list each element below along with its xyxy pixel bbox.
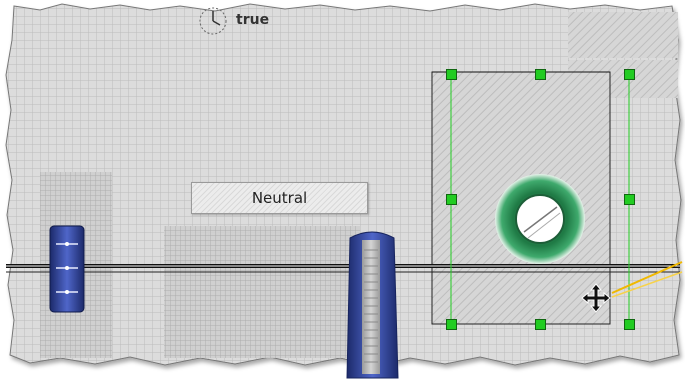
vertical-slot-control[interactable] xyxy=(346,231,399,379)
selection-handle-top-right[interactable] xyxy=(624,69,635,80)
move-cursor-icon xyxy=(581,283,611,313)
selection-handle-top-left[interactable] xyxy=(446,69,457,80)
selection-handle-bottom-right[interactable] xyxy=(624,319,635,330)
indicator-label: true xyxy=(236,12,270,28)
selection-handle-middle-right[interactable] xyxy=(624,194,635,205)
selection-handle-bottom-center[interactable] xyxy=(535,319,546,330)
grid-block-center xyxy=(164,226,360,358)
selection-handle-middle-left[interactable] xyxy=(446,194,457,205)
slider-control-left[interactable] xyxy=(49,225,85,313)
selection-handle-top-center[interactable] xyxy=(535,69,546,80)
neutral-button[interactable]: Neutral xyxy=(191,182,368,214)
ring-knob-icon[interactable] xyxy=(495,174,585,264)
panel-top-right xyxy=(568,12,678,58)
selection-handle-bottom-left[interactable] xyxy=(446,319,457,330)
